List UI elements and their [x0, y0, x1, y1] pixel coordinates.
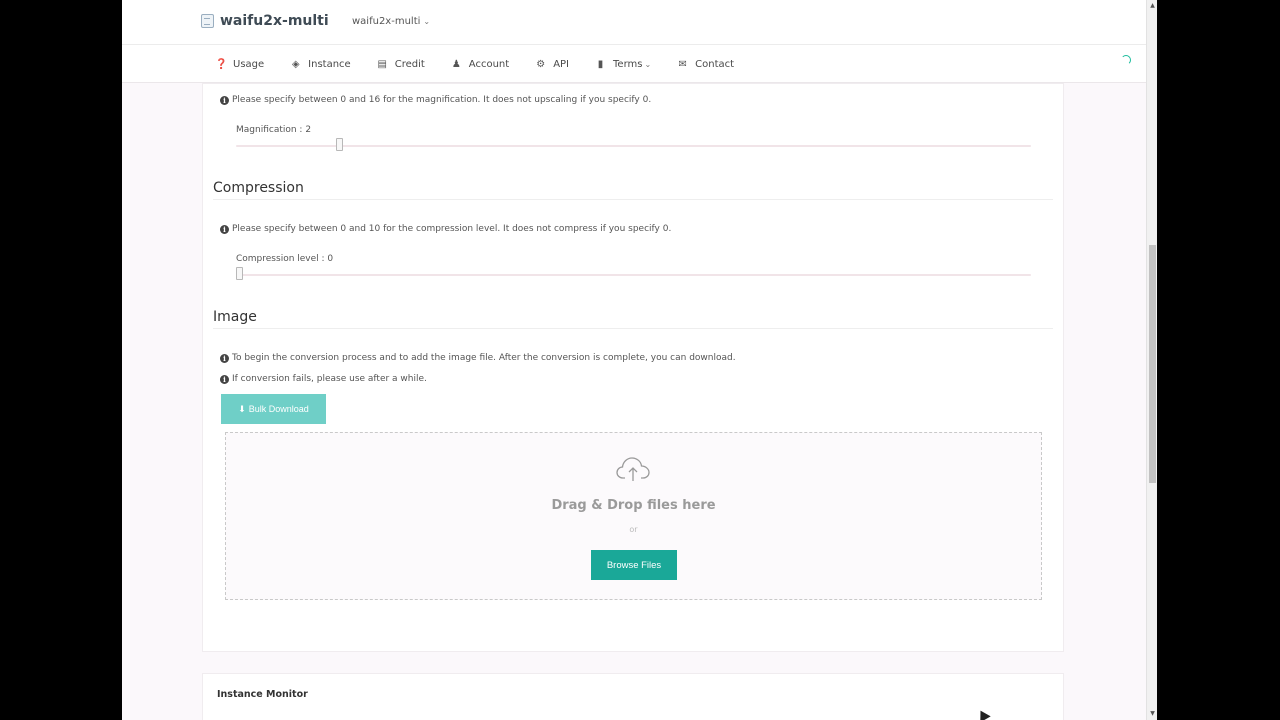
loading-spinner-icon	[1121, 55, 1131, 65]
chevron-down-icon: ⌄	[644, 59, 652, 69]
nav-item-label: Usage	[233, 58, 265, 70]
brand-logo[interactable]: waifu2x-multi	[201, 13, 329, 29]
file-dropzone[interactable]: Drag & Drop files here or Browse Files	[225, 432, 1042, 600]
nav-item-label: API	[553, 58, 570, 70]
info-icon: i	[220, 353, 229, 363]
browser-viewport: waifu2x-multi waifu2x-multi ⌄ ❓ Usage ◈ …	[122, 0, 1157, 720]
cube-icon: ◈	[291, 58, 300, 70]
download-icon: ⬇	[238, 403, 246, 414]
book-icon: ▮	[597, 58, 604, 70]
brand-name: waifu2x-multi	[220, 13, 329, 29]
nav-item-label: Contact	[695, 58, 735, 70]
logo-icon	[201, 14, 214, 28]
nav-item-terms[interactable]: ▮ Terms ⌄	[595, 59, 651, 70]
scroll-up-icon[interactable]: ▲	[1149, 2, 1156, 10]
image-info-1: i To begin the conversion process and to…	[220, 353, 736, 363]
nav-item-label: Instance	[308, 58, 351, 70]
magnification-info: i Please specify between 0 and 16 for th…	[220, 95, 651, 105]
top-bar: waifu2x-multi waifu2x-multi ⌄	[122, 0, 1146, 45]
compression-label: Compression level : 0	[236, 254, 334, 264]
instance-monitor-title: Instance Monitor	[217, 689, 308, 700]
info-icon: i	[220, 95, 229, 105]
nav-item-account[interactable]: ♟ Account	[451, 59, 509, 70]
page-scrollbar[interactable]: ▲ ▼	[1146, 0, 1157, 720]
question-circle-icon: ❓	[215, 58, 228, 70]
site-selector-label: waifu2x-multi	[352, 16, 421, 27]
info-icon: i	[220, 374, 229, 384]
envelope-icon: ✉	[678, 58, 687, 70]
compression-info: i Please specify between 0 and 10 for th…	[220, 224, 671, 234]
dropzone-or: or	[629, 525, 638, 534]
compression-info-text: Please specify between 0 and 10 for the …	[232, 224, 672, 234]
nav-bar: ❓ Usage ◈ Instance ▤ Credit ♟ Account ⚙ …	[122, 45, 1146, 83]
dropzone-title: Drag & Drop files here	[551, 498, 716, 513]
credit-card-icon: ▤	[377, 58, 387, 70]
nav-item-credit[interactable]: ▤ Credit	[377, 58, 425, 70]
user-icon: ♟	[451, 58, 461, 70]
nav-item-label: Terms	[613, 58, 643, 70]
scrollbar-thumb[interactable]	[1149, 245, 1156, 483]
divider	[213, 199, 1053, 200]
image-heading: Image	[213, 309, 257, 325]
nav-item-label: Credit	[394, 58, 425, 70]
compression-heading: Compression	[213, 180, 304, 196]
magnification-slider-handle[interactable]	[336, 138, 343, 151]
chevron-down-icon: ⌄	[423, 17, 431, 26]
bulk-download-button[interactable]: ⬇ Bulk Download	[221, 394, 326, 424]
info-icon: i	[220, 224, 229, 234]
cogs-icon: ⚙	[536, 58, 546, 70]
instance-monitor-card: Instance Monitor	[202, 673, 1064, 720]
cloud-upload-icon	[616, 457, 650, 481]
bulk-download-label: Bulk Download	[248, 404, 309, 414]
settings-card: i Please specify between 0 and 16 for th…	[202, 83, 1064, 652]
compression-slider-handle[interactable]	[236, 267, 243, 280]
scroll-down-icon[interactable]: ▼	[1149, 710, 1156, 718]
image-info-2: i If conversion fails, please use after …	[220, 374, 427, 384]
nav-item-usage[interactable]: ❓ Usage	[215, 59, 264, 70]
image-info-text: To begin the conversion process and to a…	[232, 353, 736, 363]
nav-item-instance[interactable]: ◈ Instance	[290, 59, 351, 70]
nav-item-contact[interactable]: ✉ Contact	[677, 59, 734, 70]
magnification-label: Magnification : 2	[236, 125, 312, 135]
image-info-text: If conversion fails, please use after a …	[232, 374, 427, 384]
compression-slider-track[interactable]	[236, 274, 1031, 276]
site-selector-dropdown[interactable]: waifu2x-multi ⌄	[352, 16, 430, 27]
nav-item-api[interactable]: ⚙ API	[535, 59, 569, 70]
divider	[213, 328, 1053, 329]
browse-files-button[interactable]: Browse Files	[591, 550, 677, 580]
nav-item-label: Account	[468, 58, 510, 70]
magnification-slider-track[interactable]	[236, 145, 1031, 147]
magnification-info-text: Please specify between 0 and 16 for the …	[232, 95, 652, 105]
